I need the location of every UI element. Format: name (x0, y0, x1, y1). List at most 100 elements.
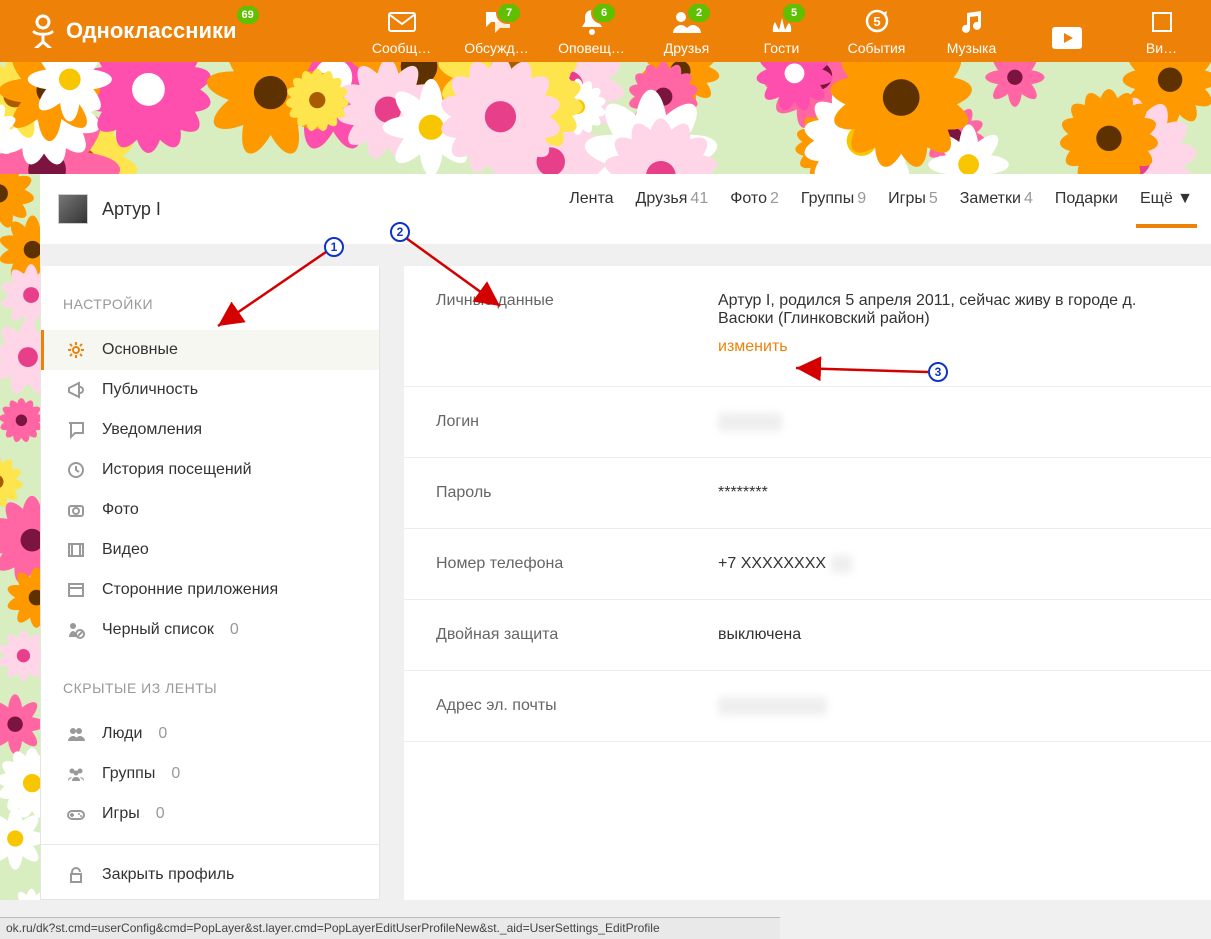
bell-icon (544, 6, 639, 38)
row-label: Двойная защита (436, 626, 718, 644)
row-label: Логин (436, 413, 718, 431)
sidebar-item-count: 0 (230, 621, 239, 639)
settings-row: Пароль ******** (404, 458, 1211, 529)
sidebar-section-hidden: СКРЫТЫЕ ИЗ ЛЕНТЫ (41, 650, 379, 714)
nav-item[interactable]: 5 События (829, 6, 924, 62)
profile-tab[interactable]: Ещё ▼ (1140, 190, 1193, 228)
user-name[interactable]: Артур I (102, 199, 161, 220)
edit-link[interactable]: изменить (718, 338, 1179, 356)
sidebar-item[interactable]: Люди 0 (41, 714, 379, 754)
settings-row: Номер телефона +7 XXXXXXXX XX (404, 529, 1211, 600)
tab-count: 9 (857, 190, 866, 207)
tab-count: 4 (1024, 190, 1033, 207)
sidebar-item-label: Видео (102, 541, 149, 559)
nav-item[interactable] (1019, 22, 1114, 62)
nav-item[interactable]: Сообщ… (354, 6, 449, 62)
settings-row: Логин XXXXXX (404, 387, 1211, 458)
lock-profile[interactable]: Закрыть профиль (41, 855, 379, 895)
page-body: Артур I ЛентаДрузья41Фото2Группы9Игры5За… (0, 174, 1211, 900)
profile-tab[interactable]: Лента (569, 190, 613, 228)
sidebar-item-label: История посещений (102, 461, 252, 479)
row-value: выключена (718, 626, 801, 643)
top-nav: Сообщ…7Обсужд…6Оповещ…2Друзья5Гости5Собы… (354, 0, 1211, 62)
sidebar-item[interactable]: Публичность (41, 370, 379, 410)
tab-label: Заметки (960, 190, 1021, 207)
film-icon (66, 540, 86, 560)
row-label: Личные данные (436, 292, 718, 356)
nav-item[interactable]: Музыка (924, 6, 1019, 62)
nav-item[interactable]: 6 Оповещ… (544, 6, 639, 62)
divider (41, 844, 379, 845)
profile-top-bar: Артур I Лента Друзья41 Фото2 Группы9 Игры5 За… (40, 174, 1211, 244)
profile-tab[interactable]: Друзья41 (636, 190, 709, 228)
friends-icon (639, 6, 734, 38)
main: Артур I ЛентаДрузья41Фото2Группы9Игры5За… (40, 174, 1211, 900)
row-label: Номер телефона (436, 555, 718, 573)
camera-icon (66, 500, 86, 520)
value-blurred: XXXXXX (718, 413, 782, 431)
sidebar-item-count: 0 (171, 765, 180, 783)
settings-panel: Личные данные Артур I, родился 5 апреля … (404, 266, 1211, 900)
brand-name: Одноклассники (66, 18, 237, 44)
sidebar-item-label: Сторонние приложения (102, 581, 278, 599)
sidebar-item[interactable]: Сторонние приложения (41, 570, 379, 610)
nav-label: Музыка (924, 40, 1019, 56)
sidebar-item[interactable]: Основные (41, 330, 379, 370)
profile-tab[interactable]: Заметки4 (960, 190, 1033, 228)
video-play-icon (1019, 22, 1114, 54)
profile-tabs: Лента Друзья41 Фото2 Группы9 Игры5 Заметки4 По… (569, 190, 1193, 228)
settings-sidebar: НАСТРОЙКИ Основные ПубличностьУведомления… (40, 266, 380, 900)
badge: 5 (783, 4, 805, 22)
tab-label: Лента (569, 190, 613, 207)
people-icon (66, 724, 86, 744)
sidebar-item-label: Основные (102, 341, 178, 359)
annotation-marker: 3 (928, 362, 948, 382)
nav-label: Обсужд… (449, 40, 544, 56)
more-icon (1114, 6, 1209, 38)
discuss-icon (449, 6, 544, 38)
sidebar-item[interactable]: Черный список 0 (41, 610, 379, 650)
nav-label: События (829, 40, 924, 56)
sidebar-item[interactable]: Уведомления (41, 410, 379, 450)
avatar[interactable] (58, 194, 88, 224)
profile-tab[interactable]: Подарки (1055, 190, 1118, 228)
sidebar-item[interactable]: Видео (41, 530, 379, 570)
bubble-icon (66, 420, 86, 440)
megaphone-icon (66, 380, 86, 400)
svg-text:5: 5 (873, 14, 880, 29)
tab-label: Ещё ▼ (1140, 190, 1193, 207)
sidebar-item-label: Игры (102, 805, 140, 823)
tab-count: 5 (929, 190, 938, 207)
profile-tab[interactable]: Игры5 (888, 190, 938, 228)
ok-logo-icon (28, 14, 58, 48)
row-label: Пароль (436, 484, 718, 502)
badge: 2 (688, 4, 710, 22)
sidebar-section-settings: НАСТРОЙКИ (41, 266, 379, 330)
nav-label: Оповещ… (544, 40, 639, 56)
nav-item[interactable]: 2 Друзья (639, 6, 734, 62)
brand-badge: 69 (237, 6, 259, 24)
nav-item[interactable]: 7 Обсужд… (449, 6, 544, 62)
window-icon (66, 580, 86, 600)
profile-tab[interactable]: Фото2 (730, 190, 779, 228)
nav-item[interactable]: Ви… (1114, 6, 1209, 62)
row-value: Артур I, родился 5 апреля 2011, сейчас ж… (718, 292, 1136, 327)
badge: 6 (593, 4, 615, 22)
left-gutter (0, 174, 40, 900)
row-label: Адрес эл. почты (436, 697, 718, 715)
badge: 7 (498, 4, 520, 22)
sidebar-item-count: 0 (158, 725, 167, 743)
gear-icon (66, 340, 86, 360)
sidebar-item[interactable]: Группы 0 (41, 754, 379, 794)
tab-label: Друзья (636, 190, 688, 207)
tab-count: 41 (690, 190, 708, 207)
sidebar-item[interactable]: История посещений (41, 450, 379, 490)
sidebar-item[interactable]: Игры 0 (41, 794, 379, 834)
brand-logo[interactable]: Одноклассники 69 (28, 14, 237, 48)
nav-label: Друзья (639, 40, 734, 56)
nav-item[interactable]: 5Гости (734, 6, 829, 62)
events-icon: 5 (829, 6, 924, 38)
sidebar-item[interactable]: Фото (41, 490, 379, 530)
profile-tab[interactable]: Группы9 (801, 190, 866, 228)
sidebar-item-count: 0 (156, 805, 165, 823)
